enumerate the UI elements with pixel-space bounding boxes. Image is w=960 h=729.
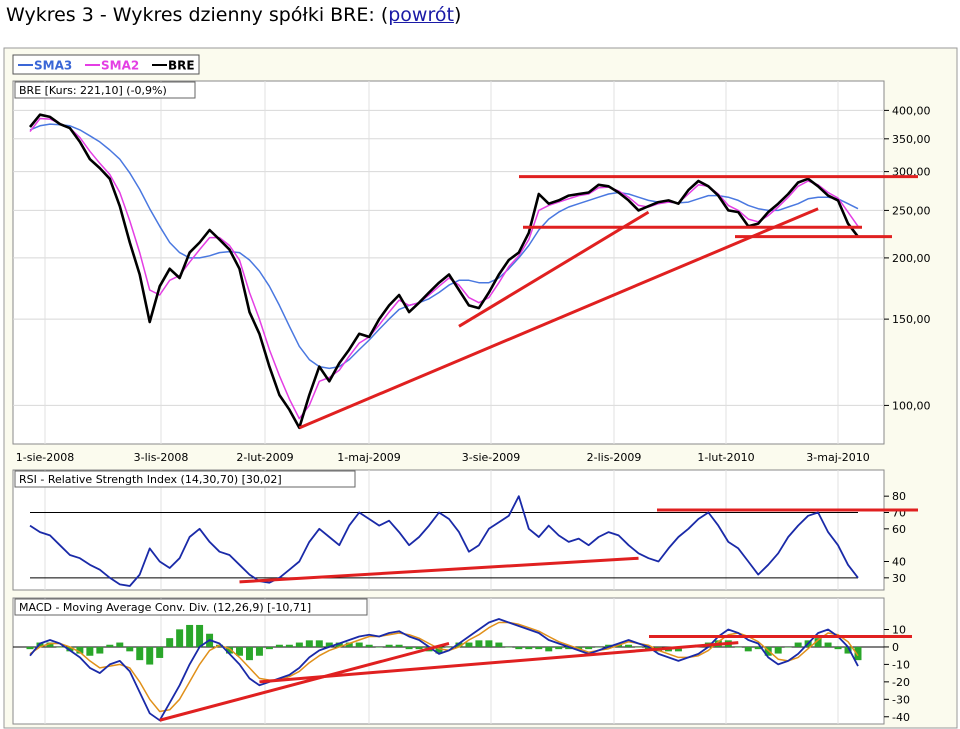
macd-histogram-bar [146, 646, 154, 665]
macd-histogram-bar [305, 640, 313, 647]
macd-histogram-bar [395, 644, 403, 647]
macd-histogram-bar [505, 646, 513, 648]
price-y-tick-label: 350,00 [892, 133, 931, 146]
macd-histogram-bar [475, 640, 483, 647]
rsi-y-tick-label: 80 [892, 490, 906, 503]
x-tick-label: 1-maj-2009 [337, 451, 400, 464]
macd-histogram-bar [96, 646, 104, 654]
macd-histogram-bar [555, 646, 563, 650]
macd-histogram-bar [86, 646, 94, 656]
macd-histogram-bar [485, 640, 493, 647]
macd-histogram-bar [365, 644, 373, 647]
rsi-panel [12, 469, 885, 591]
macd-histogram-bar [405, 646, 413, 650]
macd-histogram-bar [744, 646, 752, 652]
x-tick-label: 1-sie-2008 [16, 451, 75, 464]
macd-histogram-bar [784, 646, 792, 648]
macd-histogram-bar [824, 642, 832, 647]
macd-histogram-bar [166, 638, 174, 647]
macd-histogram-bar [415, 646, 423, 650]
price-panel [12, 80, 885, 445]
macd-y-tick-label: 0 [892, 641, 899, 654]
macd-histogram-bar [126, 646, 134, 652]
macd-histogram-bar [196, 624, 204, 647]
macd-histogram-bar [535, 646, 543, 650]
macd-y-tick-label: -40 [892, 711, 910, 724]
macd-histogram-bar [106, 644, 114, 647]
macd-histogram-bar [774, 646, 782, 654]
chart-area: SMA3 SMA2 BRE400,00350,00300,00250,00200,0… [3, 47, 958, 729]
x-tick-label: 2-lis-2009 [587, 451, 642, 464]
macd-histogram-bar [315, 640, 323, 647]
macd-histogram-bar [545, 646, 553, 652]
macd-histogram-bar [26, 646, 34, 650]
price-y-tick-label: 250,00 [892, 204, 931, 217]
x-tick-label: 3-sie-2009 [462, 451, 521, 464]
macd-histogram-bar [176, 629, 184, 647]
panel-label-price: BRE [Kurs: 221,10] (-0,9%) [19, 84, 167, 97]
macd-panel [12, 597, 885, 725]
rsi-y-tick-label: 60 [892, 523, 906, 536]
macd-histogram-bar [186, 624, 194, 647]
macd-histogram-bar [465, 642, 473, 647]
x-tick-label: 1-lut-2010 [697, 451, 754, 464]
x-tick-label: 3-lis-2008 [134, 451, 189, 464]
macd-histogram-bar [515, 646, 523, 650]
macd-y-tick-label: -20 [892, 676, 910, 689]
macd-histogram-bar [495, 642, 503, 647]
macd-histogram-bar [794, 642, 802, 647]
rsi-y-tick-label: 30 [892, 572, 906, 585]
price-y-tick-label: 150,00 [892, 313, 931, 326]
macd-y-tick-label: -30 [892, 693, 910, 706]
macd-histogram-bar [245, 646, 253, 661]
macd-histogram-bar [156, 646, 164, 658]
macd-histogram-bar [585, 646, 593, 650]
price-y-tick-label: 400,00 [892, 104, 931, 117]
macd-histogram-bar [385, 644, 393, 647]
panel-label-macd: MACD - Moving Average Conv. Div. (12,26,… [19, 601, 311, 614]
macd-histogram-bar [625, 644, 633, 647]
macd-histogram-bar [295, 642, 303, 647]
panel-label-rsi: RSI - Relative Strength Index (14,30,70)… [19, 473, 282, 486]
macd-histogram-bar [56, 646, 64, 648]
macd-y-tick-label: -10 [892, 658, 910, 671]
rsi-y-tick-label: 70 [892, 507, 906, 520]
x-tick-label: 2-lut-2009 [236, 451, 293, 464]
macd-histogram-bar [285, 644, 293, 647]
macd-histogram-bar [595, 646, 603, 648]
macd-y-tick-label: 10 [892, 623, 906, 636]
price-y-tick-label: 100,00 [892, 399, 931, 412]
rsi-y-tick-label: 40 [892, 556, 906, 569]
macd-histogram-bar [265, 646, 273, 650]
legend-label-bre: BRE [168, 59, 195, 73]
legend-label-sma3: SMA3 [34, 59, 72, 73]
macd-histogram-bar [255, 646, 263, 656]
macd-histogram-bar [116, 642, 124, 647]
macd-histogram-bar [525, 646, 533, 650]
x-tick-label: 3-maj-2010 [806, 451, 869, 464]
macd-histogram-bar [445, 646, 453, 648]
macd-histogram-bar [136, 646, 144, 661]
price-y-tick-label: 200,00 [892, 252, 931, 265]
macd-histogram-bar [834, 646, 842, 650]
macd-histogram-bar [635, 646, 643, 648]
legend-label-sma2: SMA2 [101, 59, 139, 73]
macd-histogram-bar [734, 646, 742, 648]
macd-histogram-bar [275, 644, 283, 647]
macd-histogram-bar [355, 642, 363, 647]
macd-histogram-bar [375, 646, 383, 648]
